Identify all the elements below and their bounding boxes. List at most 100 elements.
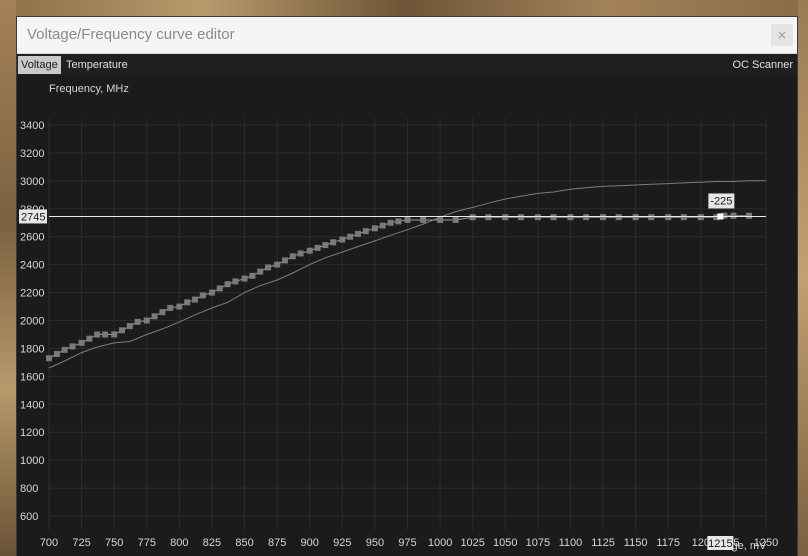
curve-point (730, 212, 737, 219)
curve-point (322, 242, 329, 249)
curve-point (583, 214, 590, 221)
curve-point (517, 214, 524, 221)
curve-point (354, 230, 361, 237)
desktop-background-left (0, 0, 16, 556)
curve-point (224, 281, 231, 288)
curve-point (151, 313, 158, 320)
curve-point (102, 331, 109, 338)
y-tick-label: 3400 (20, 120, 44, 132)
curve-point (249, 272, 256, 279)
y-tick-label: 1600 (20, 371, 44, 383)
x-tick-label: 1150 (624, 537, 648, 549)
x-tick-label: 900 (301, 537, 319, 549)
curve-point (395, 218, 402, 225)
curve-point (680, 214, 687, 221)
curve-point (265, 264, 272, 271)
y-tick-label: 2600 (20, 232, 44, 244)
curve-point (632, 214, 639, 221)
curve-point (274, 261, 281, 268)
curve-point (404, 216, 411, 223)
x-tick-label: 875 (268, 537, 286, 549)
curve-point (697, 214, 704, 221)
x-tick-label: 925 (333, 537, 351, 549)
x-tick-label: 1100 (559, 537, 583, 549)
y-tick-label: 1200 (20, 427, 44, 439)
x-tick-label: 1050 (493, 537, 517, 549)
curve-point (362, 228, 369, 235)
curve-point (216, 285, 223, 292)
x-tick-label: 975 (398, 537, 416, 549)
curve-point (567, 214, 574, 221)
curve-point (289, 253, 296, 260)
y-tick-label: 2000 (20, 316, 44, 328)
y-tick-label: 800 (20, 483, 38, 495)
curve-point (347, 233, 354, 240)
curve-point (534, 214, 541, 221)
curve-point (111, 331, 118, 338)
curve-point (485, 214, 492, 221)
y-tick-label: 2400 (20, 260, 44, 272)
tab-bar: Voltage Temperature OC Scanner (17, 54, 797, 75)
y-tick-label: 600 (20, 511, 38, 523)
curve-point (387, 219, 394, 226)
cursor-frequency-label: 2745 (21, 211, 45, 223)
offset-tooltip-label: -225 (710, 195, 732, 207)
y-tick-label: 2200 (20, 288, 44, 300)
x-tick-label: 775 (138, 537, 156, 549)
curve-point (241, 275, 248, 282)
selected-curve-point (717, 213, 724, 220)
curve-point (257, 268, 264, 275)
x-tick-label: 725 (72, 537, 90, 549)
curve-point (69, 343, 76, 350)
cursor-voltage-label: 1215 (708, 538, 732, 550)
curve-point (176, 303, 183, 310)
curve-point (119, 327, 126, 334)
curve-point (86, 335, 93, 342)
curve-point (208, 289, 215, 296)
curve-point (648, 214, 655, 221)
curve-point (550, 214, 557, 221)
vf-curve-chart[interactable]: Frequency, MHz Voltage, mV 600 800 1000 120… (17, 75, 797, 556)
curve-point (371, 225, 378, 232)
window-title: Voltage/Frequency curve editor (27, 26, 235, 43)
curve-point (502, 214, 509, 221)
curve-point (600, 214, 607, 221)
tab-temperature[interactable]: Temperature (63, 56, 131, 74)
desktop-background-right (798, 0, 808, 556)
close-button[interactable]: × (771, 24, 793, 46)
curve-point (281, 257, 288, 264)
oc-scanner-button[interactable]: OC Scanner (729, 56, 796, 74)
x-tick-label: 825 (203, 537, 221, 549)
curve-point (126, 323, 133, 330)
desktop-background-top (0, 0, 808, 16)
curve-point (61, 346, 68, 353)
curve-point (665, 214, 672, 221)
curve-point (167, 304, 174, 311)
curve-point (53, 351, 60, 358)
curve-point (199, 292, 206, 299)
curve-point (379, 222, 386, 229)
x-tick-label: 1075 (526, 537, 550, 549)
curve-point (78, 339, 85, 346)
y-tick-label: 1800 (20, 343, 44, 355)
curve-point (306, 247, 313, 254)
x-tick-label: 950 (366, 537, 384, 549)
x-tick-label: 1025 (460, 537, 484, 549)
y-tick-label: 1000 (20, 455, 44, 467)
curve-point (143, 317, 150, 324)
x-tick-label: 700 (40, 537, 58, 549)
curve-point (232, 278, 239, 285)
curve-point (159, 309, 166, 316)
curve-point (746, 212, 753, 219)
tab-voltage[interactable]: Voltage (18, 56, 61, 74)
y-tick-label: 3200 (20, 148, 44, 160)
y-tick-label: 3000 (20, 176, 44, 188)
x-tick-label: 750 (105, 537, 123, 549)
curve-point (134, 318, 141, 325)
curve-point (330, 239, 337, 246)
title-bar[interactable]: Voltage/Frequency curve editor × (17, 17, 797, 54)
x-tick-label: 1125 (591, 537, 615, 549)
chart-canvas[interactable]: 600 800 1000 1200 1400 1600 1800 2000 2200 2400 26… (17, 75, 797, 556)
curve-point (192, 296, 199, 303)
curve-point (297, 250, 304, 257)
